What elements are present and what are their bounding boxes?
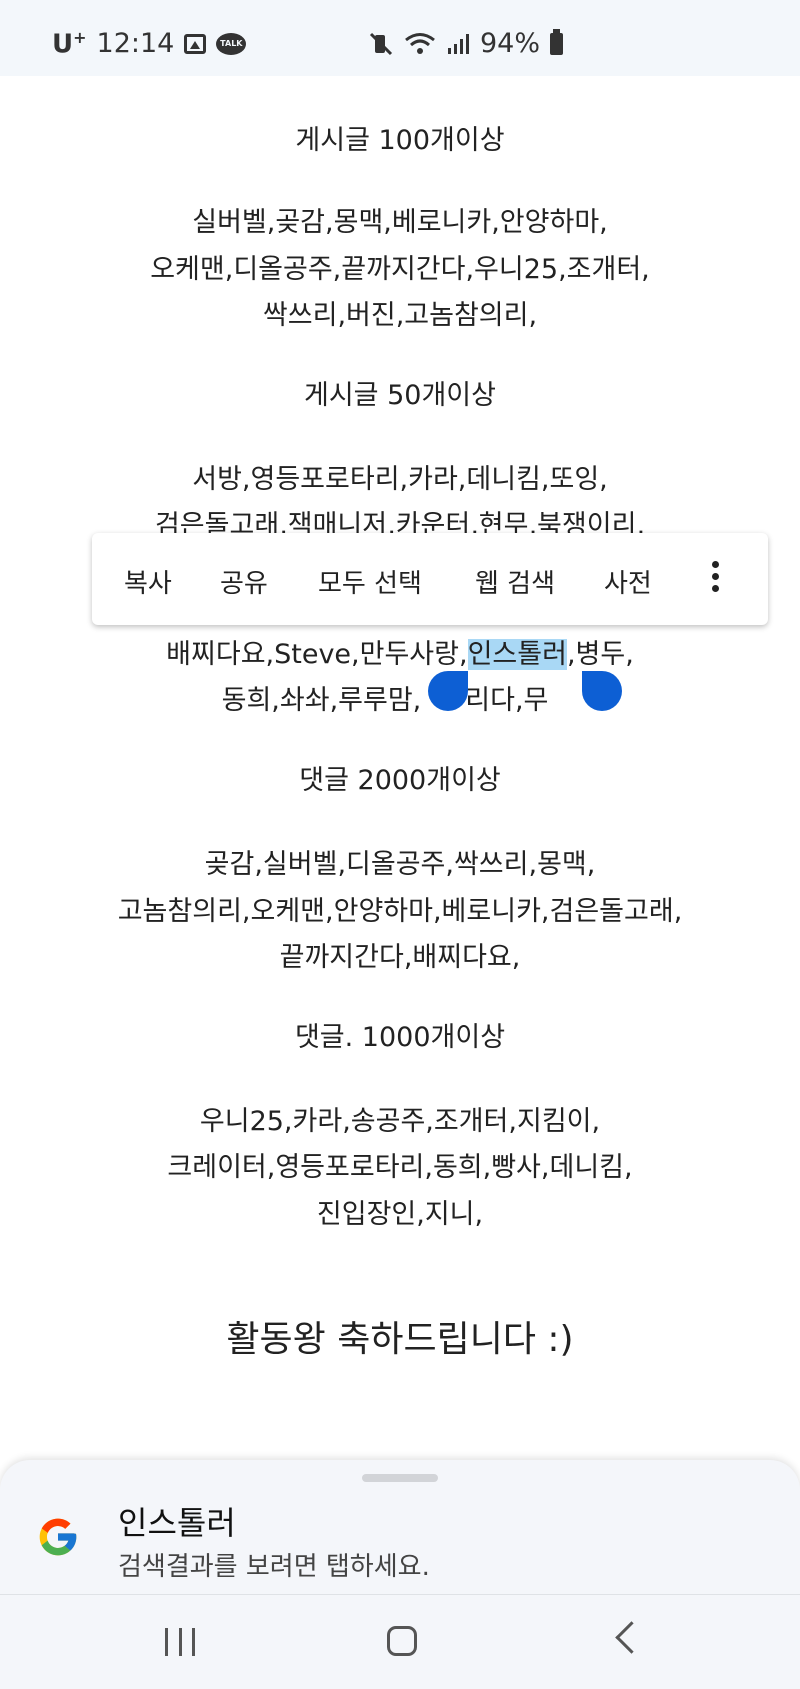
section-heading: 게시글 50개이상 — [304, 380, 496, 411]
home-icon[interactable] — [387, 1626, 417, 1656]
back-icon[interactable] — [615, 1621, 648, 1654]
carrier-label: U+ — [52, 28, 87, 60]
battery-percent: 94% — [480, 28, 541, 59]
status-bar: U+ 12:14 TALK 94% — [0, 0, 800, 76]
navigation-bar — [0, 1596, 800, 1689]
section-heading: 댓글. 1000개이상 — [294, 1022, 506, 1053]
sheet-drag-handle[interactable] — [362, 1474, 438, 1482]
google-icon — [39, 1518, 77, 1556]
selected-text[interactable]: 인스톨러 — [467, 639, 567, 670]
copy-button[interactable]: 복사 — [124, 563, 172, 600]
sheet-divider — [0, 1594, 800, 1595]
name-list-line: 우니25,카라,송공주,조개터,지킴이, — [199, 1106, 601, 1137]
status-time: 12:14 — [96, 28, 175, 60]
name-list-line: 곶감,실버벨,디올공주,싹쓰리,몽맥, — [204, 849, 596, 880]
recent-apps-icon[interactable] — [165, 1628, 195, 1656]
name-list-line: 고놈참의리,오케맨,안양하마,베로니카,검은돌고래, — [117, 896, 683, 927]
name-list-line: 싹쓰리,버진,고놈참의리, — [262, 300, 538, 331]
web-search-button[interactable]: 웹 검색 — [475, 563, 555, 600]
dictionary-button[interactable]: 사전 — [604, 563, 652, 600]
section-heading: 게시글 100개이상 — [295, 125, 505, 156]
search-term: 인스톨러 — [118, 1504, 236, 1542]
name-list-line: 끝까지간다,배찌다요, — [279, 942, 521, 973]
name-list-line: 진입장인,지니, — [316, 1199, 484, 1230]
selection-handle-start[interactable] — [428, 671, 468, 711]
text-selection-menu: 복사 공유 모두 선택 웹 검색 사전 — [92, 533, 768, 625]
search-hint: 검색결과를 보려면 탭하세요. — [118, 1552, 430, 1582]
battery-icon — [550, 28, 564, 55]
status-left: U+ 12:14 TALK — [52, 28, 247, 60]
name-list-line: 실버벨,곶감,몽맥,베로니카,안양하마, — [192, 207, 608, 238]
image-icon — [184, 33, 207, 54]
name-list-line: 동희,솨솨,루루맘, 리다,무 — [221, 685, 549, 716]
name-list-line-with-selection: 배찌다요,Steve,만두사랑,인스톨러,병두, — [166, 639, 634, 670]
celebrate-message: 활동왕 축하드립니다 :) — [226, 1319, 574, 1360]
selection-handle-end[interactable] — [582, 671, 622, 711]
mute-vibrate-icon — [369, 32, 393, 55]
share-button[interactable]: 공유 — [220, 563, 268, 600]
section-heading: 댓글 2000개이상 — [299, 765, 501, 796]
status-right: 94% — [368, 28, 564, 59]
wifi-icon — [405, 32, 435, 54]
name-list-line: 오케맨,디올공주,끝까지간다,우니25,조개터, — [150, 254, 650, 285]
select-all-button[interactable]: 모두 선택 — [318, 563, 422, 600]
signal-icon — [448, 33, 469, 54]
name-list-line: 크레이터,영등포로타리,동희,빵사,데니킴, — [167, 1152, 633, 1183]
name-list-line: 서방,영등포로타리,카라,데니킴,또잉, — [192, 464, 608, 495]
more-options-icon[interactable] — [712, 561, 720, 597]
kakaotalk-icon: TALK — [216, 32, 247, 55]
